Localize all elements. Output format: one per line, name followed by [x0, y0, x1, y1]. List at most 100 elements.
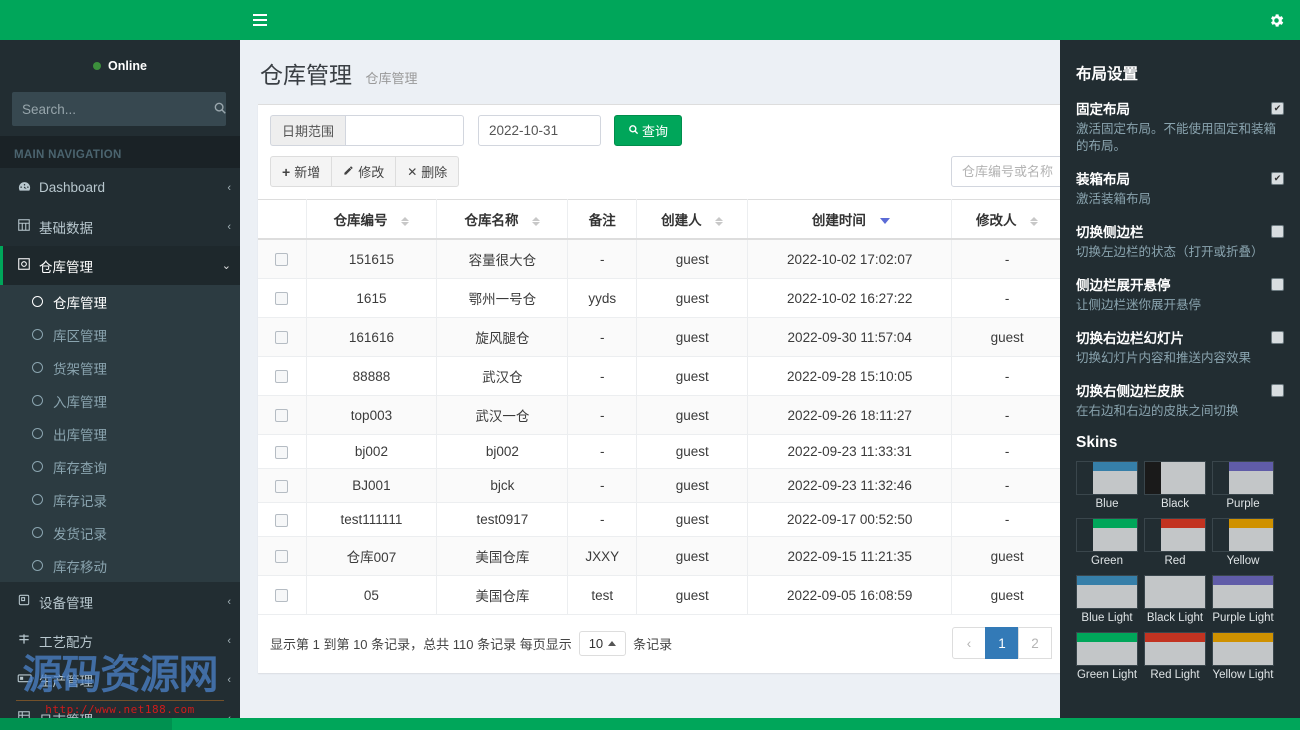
sidebar-item-dashboard[interactable]: Dashboard ‹	[0, 168, 240, 207]
row-checkbox-cell[interactable]	[258, 318, 306, 357]
submenu-item-label: 库存记录	[53, 490, 107, 510]
sort-icon[interactable]	[532, 216, 540, 227]
daterange-input[interactable]	[345, 115, 464, 146]
add-button[interactable]: + 新增	[270, 156, 332, 187]
row-checkbox-cell[interactable]	[258, 279, 306, 318]
page-2-button[interactable]: 2	[1018, 627, 1052, 659]
sidebar-nav-list-2: 设备管理 ‹ 工艺配方 ‹ 生产管理 ‹ 日志	[0, 582, 240, 730]
gear-icon[interactable]	[1264, 8, 1288, 32]
row-checkbox-cell[interactable]	[258, 537, 306, 576]
skin-option[interactable]: Black Light	[1144, 575, 1206, 625]
edit-button[interactable]: 修改	[331, 156, 396, 187]
table-row[interactable]: test111111 test0917 - guest 2022-09-17 0…	[258, 503, 1062, 537]
sidebar-search[interactable]	[12, 92, 226, 126]
option-checkbox[interactable]	[1271, 331, 1284, 344]
sidebar-item-production[interactable]: 生产管理 ‹	[0, 660, 240, 699]
option-checkbox[interactable]	[1271, 225, 1284, 238]
row-checkbox-cell[interactable]	[258, 469, 306, 503]
row-checkbox-cell[interactable]	[258, 357, 306, 396]
sort-icon-desc[interactable]	[880, 217, 888, 225]
sort-icon[interactable]	[401, 216, 409, 227]
row-checkbox[interactable]	[275, 292, 288, 305]
skin-option[interactable]: Black	[1144, 461, 1206, 511]
sidebar-item-basic-data[interactable]: 基础数据 ‹	[0, 207, 240, 246]
submenu-item-stock-query[interactable]: 库存查询	[0, 450, 240, 483]
row-checkbox[interactable]	[275, 514, 288, 527]
sidebar-item-recipe[interactable]: 工艺配方 ‹	[0, 621, 240, 660]
row-checkbox[interactable]	[275, 370, 288, 383]
table-row[interactable]: bj002 bj002 - guest 2022-09-23 11:33:31 …	[258, 435, 1062, 469]
skin-option[interactable]: Yellow	[1212, 518, 1274, 568]
submenu-item-shipping-records[interactable]: 发货记录	[0, 516, 240, 549]
cell-note: -	[568, 396, 637, 435]
column-note[interactable]: 备注	[568, 200, 637, 240]
table-row[interactable]: 161616 旋风腿仓 - guest 2022-09-30 11:57:04 …	[258, 318, 1062, 357]
cell-name: 旋风腿仓	[437, 318, 568, 357]
record-info: 显示第 1 到第 10 条记录，总共 110 条记录 每页显示 10 条记录	[270, 631, 672, 656]
skin-option[interactable]: Red	[1144, 518, 1206, 568]
table-row[interactable]: BJ001 bjck - guest 2022-09-23 11:32:46 -	[258, 469, 1062, 503]
skin-option[interactable]: Green	[1076, 518, 1138, 568]
row-checkbox[interactable]	[275, 480, 288, 493]
skin-option[interactable]: Blue Light	[1076, 575, 1138, 625]
delete-button[interactable]: ✕ 删除	[395, 156, 459, 187]
submenu-item-warehouse-mgmt[interactable]: 仓库管理	[0, 285, 240, 318]
submenu-item-stock-records[interactable]: 库存记录	[0, 483, 240, 516]
column-name[interactable]: 仓库名称	[437, 200, 568, 240]
option-row: 侧边栏展开悬停	[1076, 274, 1284, 294]
submenu-item-shelf-mgmt[interactable]: 货架管理	[0, 351, 240, 384]
table-row[interactable]: 88888 武汉仓 - guest 2022-09-28 15:10:05 -	[258, 357, 1062, 396]
row-checkbox-cell[interactable]	[258, 435, 306, 469]
page-prev-button[interactable]: ‹	[952, 627, 986, 659]
skin-option[interactable]: Purple	[1212, 461, 1274, 511]
table-row[interactable]: 仓库007 美国仓库 JXXY guest 2022-09-15 11:21:3…	[258, 537, 1062, 576]
option-checkbox[interactable]	[1271, 278, 1284, 291]
submenu-item-zone-mgmt[interactable]: 库区管理	[0, 318, 240, 351]
table-row[interactable]: 05 美国仓库 test guest 2022-09-05 16:08:59 g…	[258, 576, 1062, 615]
main-nav-strip	[240, 0, 1300, 40]
skin-option[interactable]: Blue	[1076, 461, 1138, 511]
option-title: 切换右侧边栏皮肤	[1076, 380, 1184, 400]
sidebar-item-warehouse[interactable]: 仓库管理 ⌄	[0, 246, 240, 285]
cell-creator: guest	[637, 537, 748, 576]
row-checkbox-cell[interactable]	[258, 239, 306, 279]
row-checkbox[interactable]	[275, 589, 288, 602]
row-checkbox-cell[interactable]	[258, 576, 306, 615]
sort-icon[interactable]	[1030, 216, 1038, 227]
column-created[interactable]: 创建时间	[748, 200, 952, 240]
row-checkbox[interactable]	[275, 331, 288, 344]
sidebar-search-input[interactable]	[12, 102, 209, 117]
sort-icon[interactable]	[715, 216, 723, 227]
skin-option[interactable]: Yellow Light	[1212, 632, 1274, 682]
row-checkbox-cell[interactable]	[258, 396, 306, 435]
query-button[interactable]: 查询	[614, 115, 682, 146]
skin-option[interactable]: Purple Light	[1212, 575, 1274, 625]
table-row[interactable]: 1615 鄂州一号仓 yyds guest 2022-10-02 16:27:2…	[258, 279, 1062, 318]
page-size-selector[interactable]: 10	[579, 631, 626, 656]
option-checkbox[interactable]	[1271, 102, 1284, 115]
skin-option[interactable]: Red Light	[1144, 632, 1206, 682]
submenu-item-inbound-mgmt[interactable]: 入库管理	[0, 384, 240, 417]
column-code[interactable]: 仓库编号	[306, 200, 437, 240]
search-icon[interactable]	[209, 101, 239, 118]
skin-option[interactable]: Green Light	[1076, 632, 1138, 682]
column-modifier[interactable]: 修改人	[952, 200, 1062, 240]
submenu-item-outbound-mgmt[interactable]: 出库管理	[0, 417, 240, 450]
row-checkbox[interactable]	[275, 446, 288, 459]
option-checkbox[interactable]	[1271, 172, 1284, 185]
sidebar-item-device-mgmt[interactable]: 设备管理 ‹	[0, 582, 240, 621]
row-checkbox[interactable]	[275, 409, 288, 422]
table-row[interactable]: 151615 容量很大仓 - guest 2022-10-02 17:02:07…	[258, 239, 1062, 279]
row-checkbox[interactable]	[275, 550, 288, 563]
skin-swatch	[1144, 575, 1206, 609]
dashboard-icon	[17, 179, 39, 197]
row-checkbox[interactable]	[275, 253, 288, 266]
submenu-item-stock-move[interactable]: 库存移动	[0, 549, 240, 582]
option-checkbox[interactable]	[1271, 384, 1284, 397]
date-input[interactable]	[478, 115, 601, 146]
table-row[interactable]: top003 武汉一仓 - guest 2022-09-26 18:11:27 …	[258, 396, 1062, 435]
column-creator[interactable]: 创建人	[637, 200, 748, 240]
row-checkbox-cell[interactable]	[258, 503, 306, 537]
page-1-button[interactable]: 1	[985, 627, 1019, 659]
menu-toggle-icon[interactable]	[253, 10, 273, 30]
